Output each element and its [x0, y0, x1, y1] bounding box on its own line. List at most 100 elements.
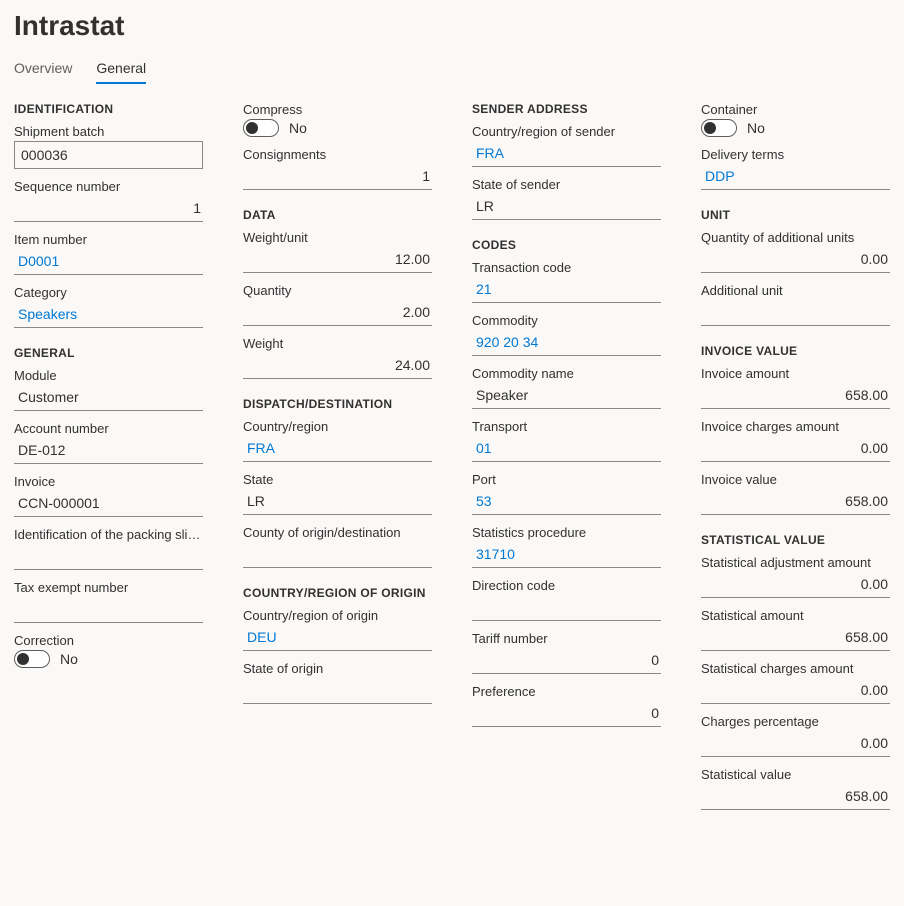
shipment-batch-label: Shipment batch [14, 124, 203, 139]
commodity-input[interactable] [472, 330, 661, 356]
consignments-label: Consignments [243, 147, 432, 162]
dd-county-label: County of origin/destination [243, 525, 432, 540]
commodity-name-label: Commodity name [472, 366, 661, 381]
transaction-code-label: Transaction code [472, 260, 661, 275]
correction-toggle[interactable] [14, 650, 50, 668]
qty-add-units-label: Quantity of additional units [701, 230, 890, 245]
correction-value: No [60, 651, 78, 667]
compress-toggle[interactable] [243, 119, 279, 137]
commodity-name-input[interactable] [472, 383, 661, 409]
compress-label: Compress [243, 102, 432, 117]
invoice-input[interactable] [14, 491, 203, 517]
stat-adj-label: Statistical adjustment amount [701, 555, 890, 570]
transport-label: Transport [472, 419, 661, 434]
inv-charges-label: Invoice charges amount [701, 419, 890, 434]
orig-country-label: Country/region of origin [243, 608, 432, 623]
column-4: Container No Delivery terms UNIT Quantit… [701, 102, 890, 820]
weight-unit-input[interactable] [243, 247, 432, 273]
inv-value-label: Invoice value [701, 472, 890, 487]
category-input[interactable] [14, 302, 203, 328]
sequence-number-label: Sequence number [14, 179, 203, 194]
section-codes: CODES [472, 238, 661, 252]
inv-amount-input[interactable] [701, 383, 890, 409]
stat-value-label: Statistical value [701, 767, 890, 782]
qty-add-units-input[interactable] [701, 247, 890, 273]
dd-country-input[interactable] [243, 436, 432, 462]
section-dispatch: DISPATCH/DESTINATION [243, 397, 432, 411]
account-number-label: Account number [14, 421, 203, 436]
stat-proc-label: Statistics procedure [472, 525, 661, 540]
quantity-label: Quantity [243, 283, 432, 298]
packing-slip-input[interactable] [14, 544, 203, 570]
category-label: Category [14, 285, 203, 300]
packing-slip-label: Identification of the packing slip ... [14, 527, 203, 542]
tariff-input[interactable] [472, 648, 661, 674]
weight-label: Weight [243, 336, 432, 351]
quantity-input[interactable] [243, 300, 432, 326]
add-unit-input[interactable] [701, 300, 890, 326]
tax-exempt-label: Tax exempt number [14, 580, 203, 595]
orig-state-input[interactable] [243, 678, 432, 704]
orig-state-label: State of origin [243, 661, 432, 676]
tab-strip: Overview General [14, 60, 890, 84]
sender-state-input[interactable] [472, 194, 661, 220]
inv-charges-input[interactable] [701, 436, 890, 462]
orig-country-input[interactable] [243, 625, 432, 651]
compress-value: No [289, 120, 307, 136]
section-sender: SENDER ADDRESS [472, 102, 661, 116]
stat-proc-input[interactable] [472, 542, 661, 568]
sequence-number-input[interactable] [14, 196, 203, 222]
section-origin: COUNTRY/REGION OF ORIGIN [243, 586, 432, 600]
tab-general[interactable]: General [96, 60, 146, 84]
page-title: Intrastat [14, 10, 890, 42]
container-toggle[interactable] [701, 119, 737, 137]
dd-state-label: State [243, 472, 432, 487]
account-number-input[interactable] [14, 438, 203, 464]
stat-adj-input[interactable] [701, 572, 890, 598]
sender-state-label: State of sender [472, 177, 661, 192]
transport-input[interactable] [472, 436, 661, 462]
module-input[interactable] [14, 385, 203, 411]
section-stat: STATISTICAL VALUE [701, 533, 890, 547]
section-identification: IDENTIFICATION [14, 102, 203, 116]
consignments-input[interactable] [243, 164, 432, 190]
preference-label: Preference [472, 684, 661, 699]
delivery-terms-input[interactable] [701, 164, 890, 190]
add-unit-label: Additional unit [701, 283, 890, 298]
column-1: IDENTIFICATION Shipment batch Sequence n… [14, 102, 203, 820]
shipment-batch-input[interactable] [14, 141, 203, 169]
invoice-label: Invoice [14, 474, 203, 489]
stat-amount-label: Statistical amount [701, 608, 890, 623]
inv-value-input[interactable] [701, 489, 890, 515]
stat-amount-input[interactable] [701, 625, 890, 651]
charges-pct-label: Charges percentage [701, 714, 890, 729]
column-2: Compress No Consignments DATA Weight/uni… [243, 102, 432, 820]
dd-county-input[interactable] [243, 542, 432, 568]
preference-input[interactable] [472, 701, 661, 727]
commodity-label: Commodity [472, 313, 661, 328]
port-label: Port [472, 472, 661, 487]
port-input[interactable] [472, 489, 661, 515]
container-label: Container [701, 102, 890, 117]
stat-charges-label: Statistical charges amount [701, 661, 890, 676]
stat-charges-input[interactable] [701, 678, 890, 704]
module-label: Module [14, 368, 203, 383]
tab-overview[interactable]: Overview [14, 60, 72, 84]
dd-state-input[interactable] [243, 489, 432, 515]
correction-label: Correction [14, 633, 203, 648]
transaction-code-input[interactable] [472, 277, 661, 303]
weight-input[interactable] [243, 353, 432, 379]
weight-unit-label: Weight/unit [243, 230, 432, 245]
column-3: SENDER ADDRESS Country/region of sender … [472, 102, 661, 820]
charges-pct-input[interactable] [701, 731, 890, 757]
tariff-label: Tariff number [472, 631, 661, 646]
sender-country-input[interactable] [472, 141, 661, 167]
section-unit: UNIT [701, 208, 890, 222]
tax-exempt-input[interactable] [14, 597, 203, 623]
section-invoice: INVOICE VALUE [701, 344, 890, 358]
container-value: No [747, 120, 765, 136]
direction-code-input[interactable] [472, 595, 661, 621]
item-number-input[interactable] [14, 249, 203, 275]
direction-code-label: Direction code [472, 578, 661, 593]
stat-value-input[interactable] [701, 784, 890, 810]
